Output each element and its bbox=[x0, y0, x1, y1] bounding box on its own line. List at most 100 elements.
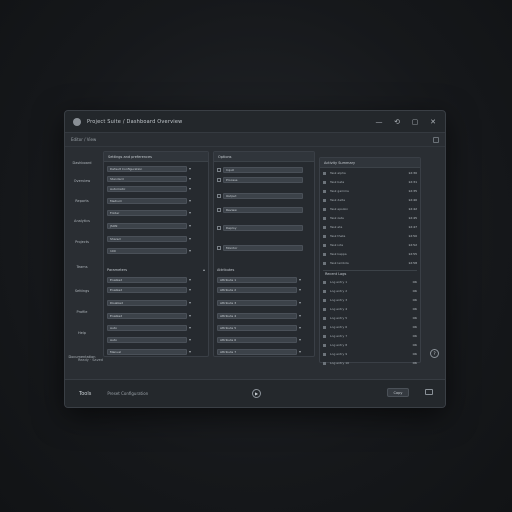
list-item[interactable]: Task epsilon 12:42 bbox=[323, 206, 417, 212]
attribute-field[interactable]: Attribute 6 bbox=[217, 336, 297, 343]
dropdown-icon[interactable]: ▾ bbox=[189, 236, 191, 241]
collapse-icon[interactable]: ▴ bbox=[203, 267, 205, 272]
list-item[interactable]: Task theta 12:50 bbox=[323, 233, 417, 239]
list-item[interactable]: Task eta 12:47 bbox=[323, 224, 417, 230]
log-item[interactable]: Log entry 6 OK bbox=[323, 324, 417, 330]
setting-field[interactable]: Automatic bbox=[107, 185, 187, 192]
dropdown-icon[interactable]: ▾ bbox=[299, 337, 301, 342]
dropdown-icon[interactable]: ▾ bbox=[299, 313, 301, 318]
nav-item-analytics[interactable]: Analytics bbox=[65, 219, 99, 223]
setting-field[interactable]: 100 bbox=[107, 247, 187, 254]
dropdown-icon[interactable]: ▾ bbox=[299, 277, 301, 282]
param-field[interactable]: Manual bbox=[107, 348, 187, 355]
dropdown-icon[interactable]: ▾ bbox=[189, 176, 191, 181]
param-field[interactable]: Enabled bbox=[107, 312, 187, 319]
nav-item-reports[interactable]: Reports bbox=[65, 199, 99, 203]
setting-field[interactable]: Medium bbox=[107, 197, 187, 204]
option-checkbox[interactable] bbox=[217, 193, 221, 198]
option-checkbox[interactable] bbox=[217, 225, 221, 230]
dropdown-icon[interactable]: ▾ bbox=[299, 300, 301, 305]
param-field[interactable]: Enabled bbox=[107, 276, 187, 283]
log-item[interactable]: Log entry 3 OK bbox=[323, 297, 417, 303]
log-item[interactable]: Log entry 4 OK bbox=[323, 306, 417, 312]
list-item[interactable]: Task beta 12:31 bbox=[323, 179, 417, 185]
setting-field[interactable]: Shared bbox=[107, 235, 187, 242]
dropdown-icon[interactable]: ▾ bbox=[189, 198, 191, 203]
setting-field[interactable]: JSON bbox=[107, 222, 187, 229]
nav-item-settings[interactable]: Settings bbox=[65, 289, 99, 293]
list-item[interactable]: Task kappa 12:55 bbox=[323, 251, 417, 257]
help-icon[interactable]: ? bbox=[430, 349, 439, 358]
attribute-field[interactable]: Attribute 4 bbox=[217, 312, 297, 319]
log-item[interactable]: Log entry 9 OK bbox=[323, 351, 417, 357]
copy-button[interactable]: Copy bbox=[387, 388, 409, 397]
dropdown-icon[interactable]: ▾ bbox=[189, 223, 191, 228]
param-field[interactable]: Auto bbox=[107, 324, 187, 331]
section-title-row: Attributes bbox=[217, 266, 311, 273]
option-checkbox[interactable] bbox=[217, 177, 221, 182]
nav-item-projects[interactable]: Projects bbox=[65, 240, 99, 244]
dropdown-icon[interactable]: ▾ bbox=[299, 287, 301, 292]
param-field[interactable]: Enabled bbox=[107, 286, 187, 293]
setting-field[interactable]: Folder bbox=[107, 209, 187, 216]
setting-field[interactable]: Standard bbox=[107, 175, 187, 182]
option-field[interactable]: Output bbox=[223, 192, 303, 199]
dropdown-icon[interactable]: ▾ bbox=[189, 325, 191, 330]
window-icon[interactable] bbox=[425, 389, 433, 395]
log-item[interactable]: Log entry 1 OK bbox=[323, 279, 417, 285]
bullet-icon bbox=[323, 361, 326, 365]
dropdown-icon[interactable]: ▾ bbox=[189, 248, 191, 253]
option-field[interactable]: Deploy bbox=[223, 224, 303, 231]
log-item[interactable]: Log entry 7 OK bbox=[323, 333, 417, 339]
option-field[interactable]: Process bbox=[223, 176, 303, 183]
nav-item-overview[interactable]: Overview bbox=[65, 179, 99, 183]
option-field[interactable]: Input bbox=[223, 166, 303, 173]
attribute-field[interactable]: Attribute 3 bbox=[217, 299, 297, 306]
list-item[interactable]: Task delta 12:40 bbox=[323, 197, 417, 203]
refresh-icon[interactable]: ⟲ bbox=[393, 118, 401, 126]
dropdown-icon[interactable]: ▾ bbox=[189, 349, 191, 354]
option-checkbox[interactable] bbox=[217, 245, 221, 250]
option-field[interactable]: Review bbox=[223, 206, 303, 213]
dropdown-icon[interactable]: ▾ bbox=[189, 277, 191, 282]
option-field[interactable]: Monitor bbox=[223, 244, 303, 251]
dropdown-icon[interactable]: ▾ bbox=[189, 337, 191, 342]
dropdown-icon[interactable]: ▾ bbox=[189, 166, 191, 171]
dropdown-icon[interactable]: ▾ bbox=[189, 210, 191, 215]
option-row: Output bbox=[217, 192, 311, 199]
dropdown-icon[interactable]: ▾ bbox=[299, 325, 301, 330]
option-checkbox[interactable] bbox=[217, 207, 221, 212]
dropdown-icon[interactable]: ▾ bbox=[189, 313, 191, 318]
attribute-field[interactable]: Attribute 7 bbox=[217, 348, 297, 355]
dropdown-icon[interactable]: ▾ bbox=[299, 349, 301, 354]
list-item[interactable]: Task lambda 12:58 bbox=[323, 260, 417, 266]
dropdown-icon[interactable]: ▾ bbox=[189, 287, 191, 292]
close-icon[interactable]: ✕ bbox=[429, 118, 437, 126]
play-icon[interactable]: ▶ bbox=[252, 389, 261, 398]
list-item[interactable]: Task gamma 12:35 bbox=[323, 188, 417, 194]
setting-field[interactable]: Default Configuration bbox=[107, 165, 187, 172]
nav-item-help[interactable]: Help bbox=[65, 331, 99, 335]
param-field[interactable]: Disabled bbox=[107, 299, 187, 306]
param-field[interactable]: Auto bbox=[107, 336, 187, 343]
dropdown-icon[interactable]: ▾ bbox=[189, 300, 191, 305]
nav-item-dashboard[interactable]: Dashboard bbox=[65, 161, 99, 165]
attribute-row: Attribute 4 ▾ bbox=[217, 312, 311, 319]
nav-item-teams[interactable]: Teams bbox=[65, 265, 99, 269]
nav-item-profile[interactable]: Profile bbox=[65, 310, 99, 314]
list-item[interactable]: Task iota 12:52 bbox=[323, 242, 417, 248]
list-item[interactable]: Task alpha 12:30 bbox=[323, 170, 417, 176]
dropdown-icon[interactable]: ▾ bbox=[189, 186, 191, 191]
log-item[interactable]: Log entry 10 OK bbox=[323, 360, 417, 366]
attribute-field[interactable]: Attribute 1 bbox=[217, 276, 297, 283]
minimize-icon[interactable]: — bbox=[375, 118, 383, 126]
log-item[interactable]: Log entry 2 OK bbox=[323, 288, 417, 294]
attribute-field[interactable]: Attribute 2 bbox=[217, 286, 297, 293]
attribute-field[interactable]: Attribute 5 bbox=[217, 324, 297, 331]
log-item[interactable]: Log entry 5 OK bbox=[323, 315, 417, 321]
log-item[interactable]: Log entry 8 OK bbox=[323, 342, 417, 348]
sidebar-toggle-icon[interactable] bbox=[433, 137, 439, 143]
maximize-icon[interactable]: ▢ bbox=[411, 118, 419, 126]
option-checkbox[interactable] bbox=[217, 167, 221, 172]
list-item[interactable]: Task zeta 12:45 bbox=[323, 215, 417, 221]
